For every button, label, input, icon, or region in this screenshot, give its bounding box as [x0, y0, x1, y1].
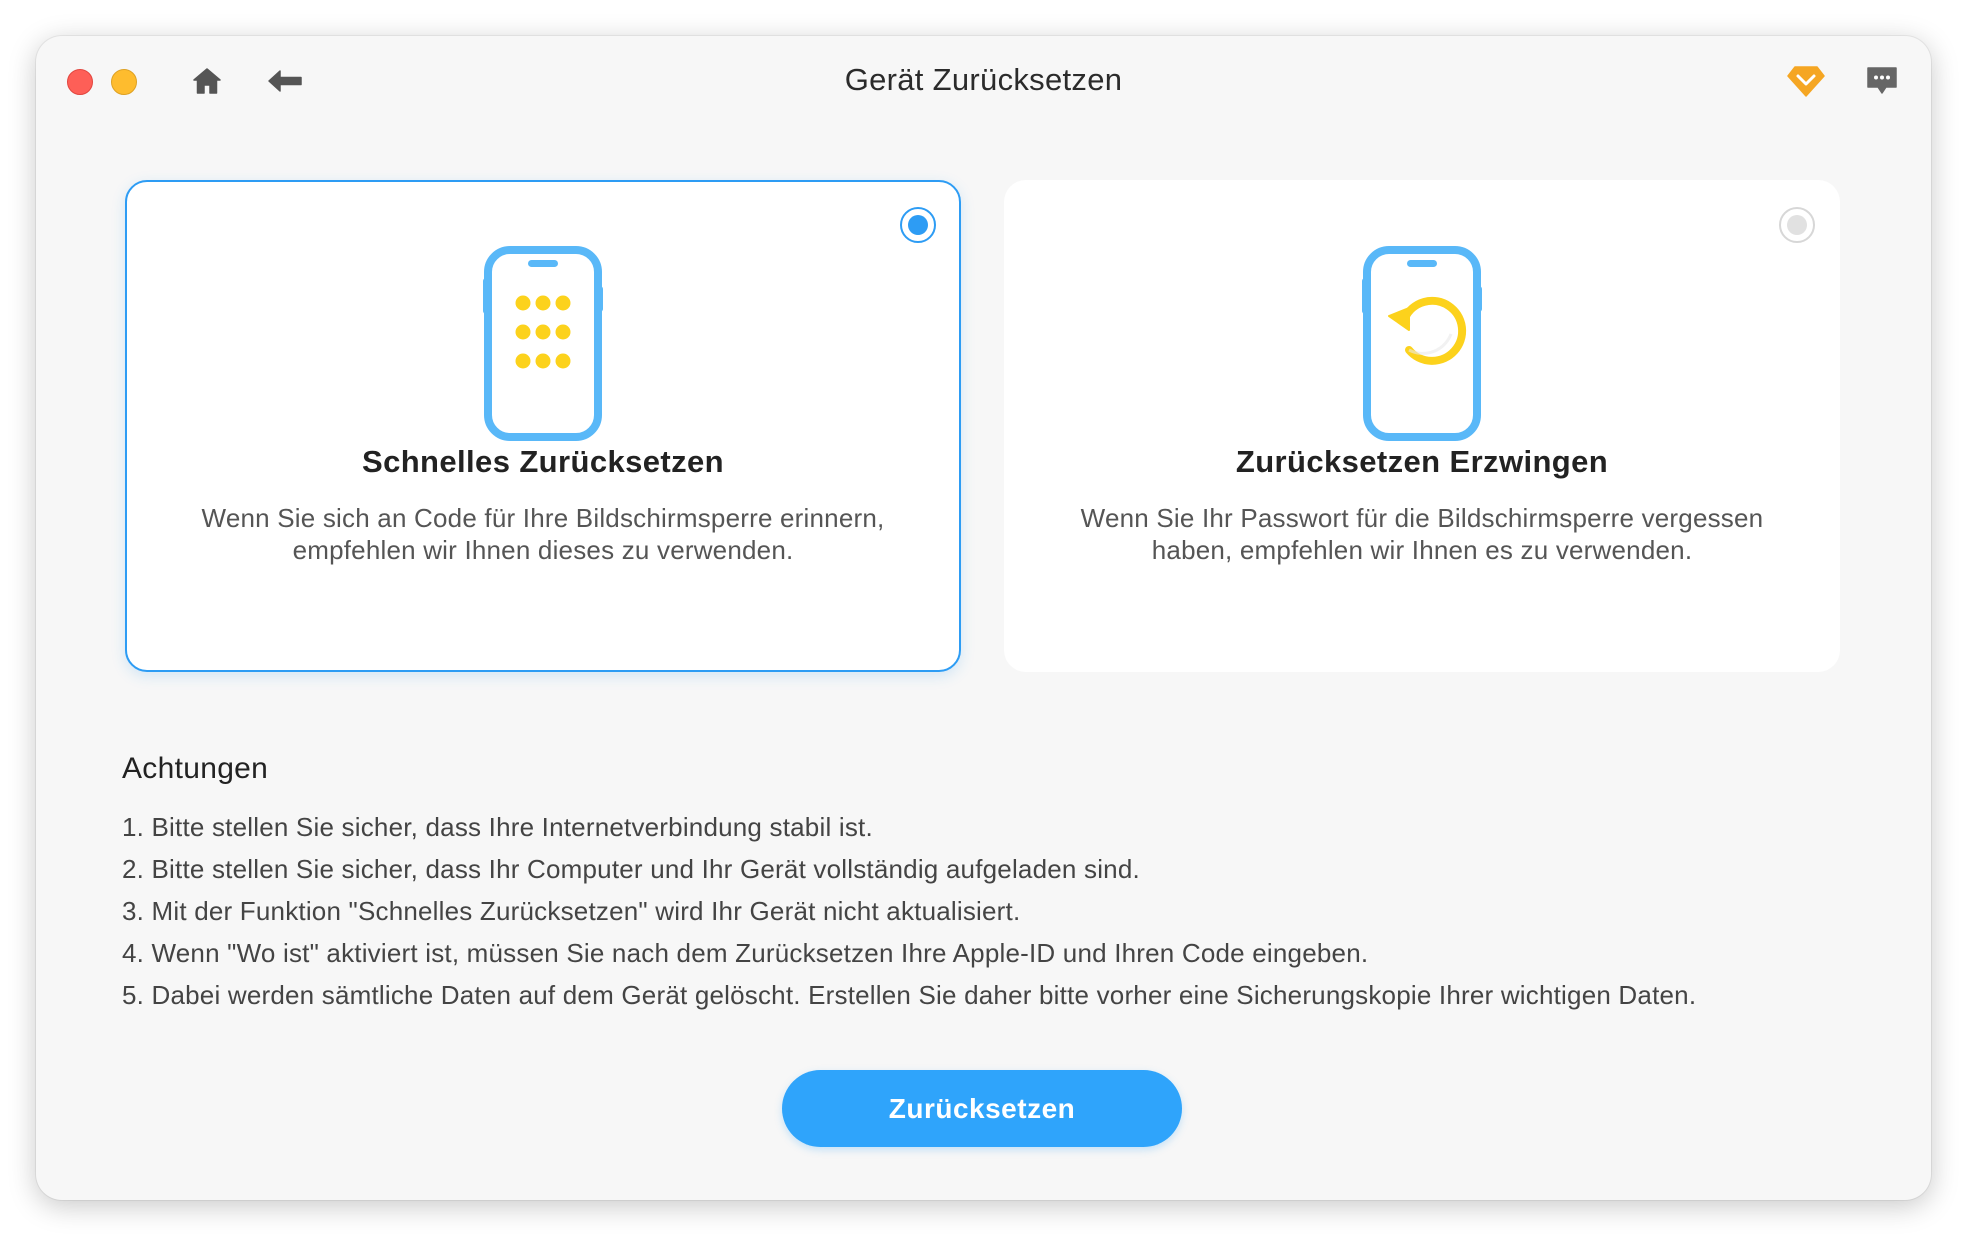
- premium-diamond-icon[interactable]: [1786, 61, 1826, 101]
- note-item: 4. Wenn "Wo ist" aktiviert ist, müssen S…: [122, 938, 1369, 968]
- force-reset-option-card[interactable]: Zurücksetzen Erzwingen Wenn Sie Ihr Pass…: [1004, 180, 1840, 672]
- app-window: Gerät Zurücksetzen Schnelles Zurücksetze…: [36, 36, 1931, 1200]
- phone-keypad-icon: [478, 246, 608, 441]
- force-reset-title: Zurücksetzen Erzwingen: [1235, 444, 1609, 479]
- quick-reset-title: Schnelles Zurücksetzen: [362, 444, 724, 479]
- notes-list: 1. Bitte stellen Sie sicher, dass Ihre I…: [122, 806, 1696, 1016]
- quick-reset-option-card[interactable]: Schnelles Zurücksetzen Wenn Sie sich an …: [125, 180, 961, 672]
- force-reset-description: Wenn Sie Ihr Passwort für die Bildschirm…: [1080, 503, 1764, 565]
- window-title: Gerät Zurücksetzen: [844, 62, 1123, 97]
- feedback-icon[interactable]: [1862, 61, 1902, 101]
- quick-reset-description: Wenn Sie sich an Code für Ihre Bildschir…: [201, 503, 885, 565]
- radio-selected-dot: [908, 215, 928, 235]
- reset-button[interactable]: Zurücksetzen: [782, 1070, 1182, 1147]
- note-item: 3. Mit der Funktion "Schnelles Zurückset…: [122, 896, 1021, 926]
- note-item: 5. Dabei werden sämtliche Daten auf dem …: [122, 980, 1697, 1010]
- phone-reset-icon: [1357, 246, 1487, 441]
- note-item: 2. Bitte stellen Sie sicher, dass Ihr Co…: [122, 854, 1140, 884]
- notes-heading: Achtungen: [122, 752, 269, 785]
- radio-unselected-dot: [1787, 215, 1807, 235]
- force-reset-radio[interactable]: [1779, 207, 1815, 243]
- quick-reset-radio[interactable]: [900, 207, 936, 243]
- note-item: 1. Bitte stellen Sie sicher, dass Ihre I…: [122, 812, 873, 842]
